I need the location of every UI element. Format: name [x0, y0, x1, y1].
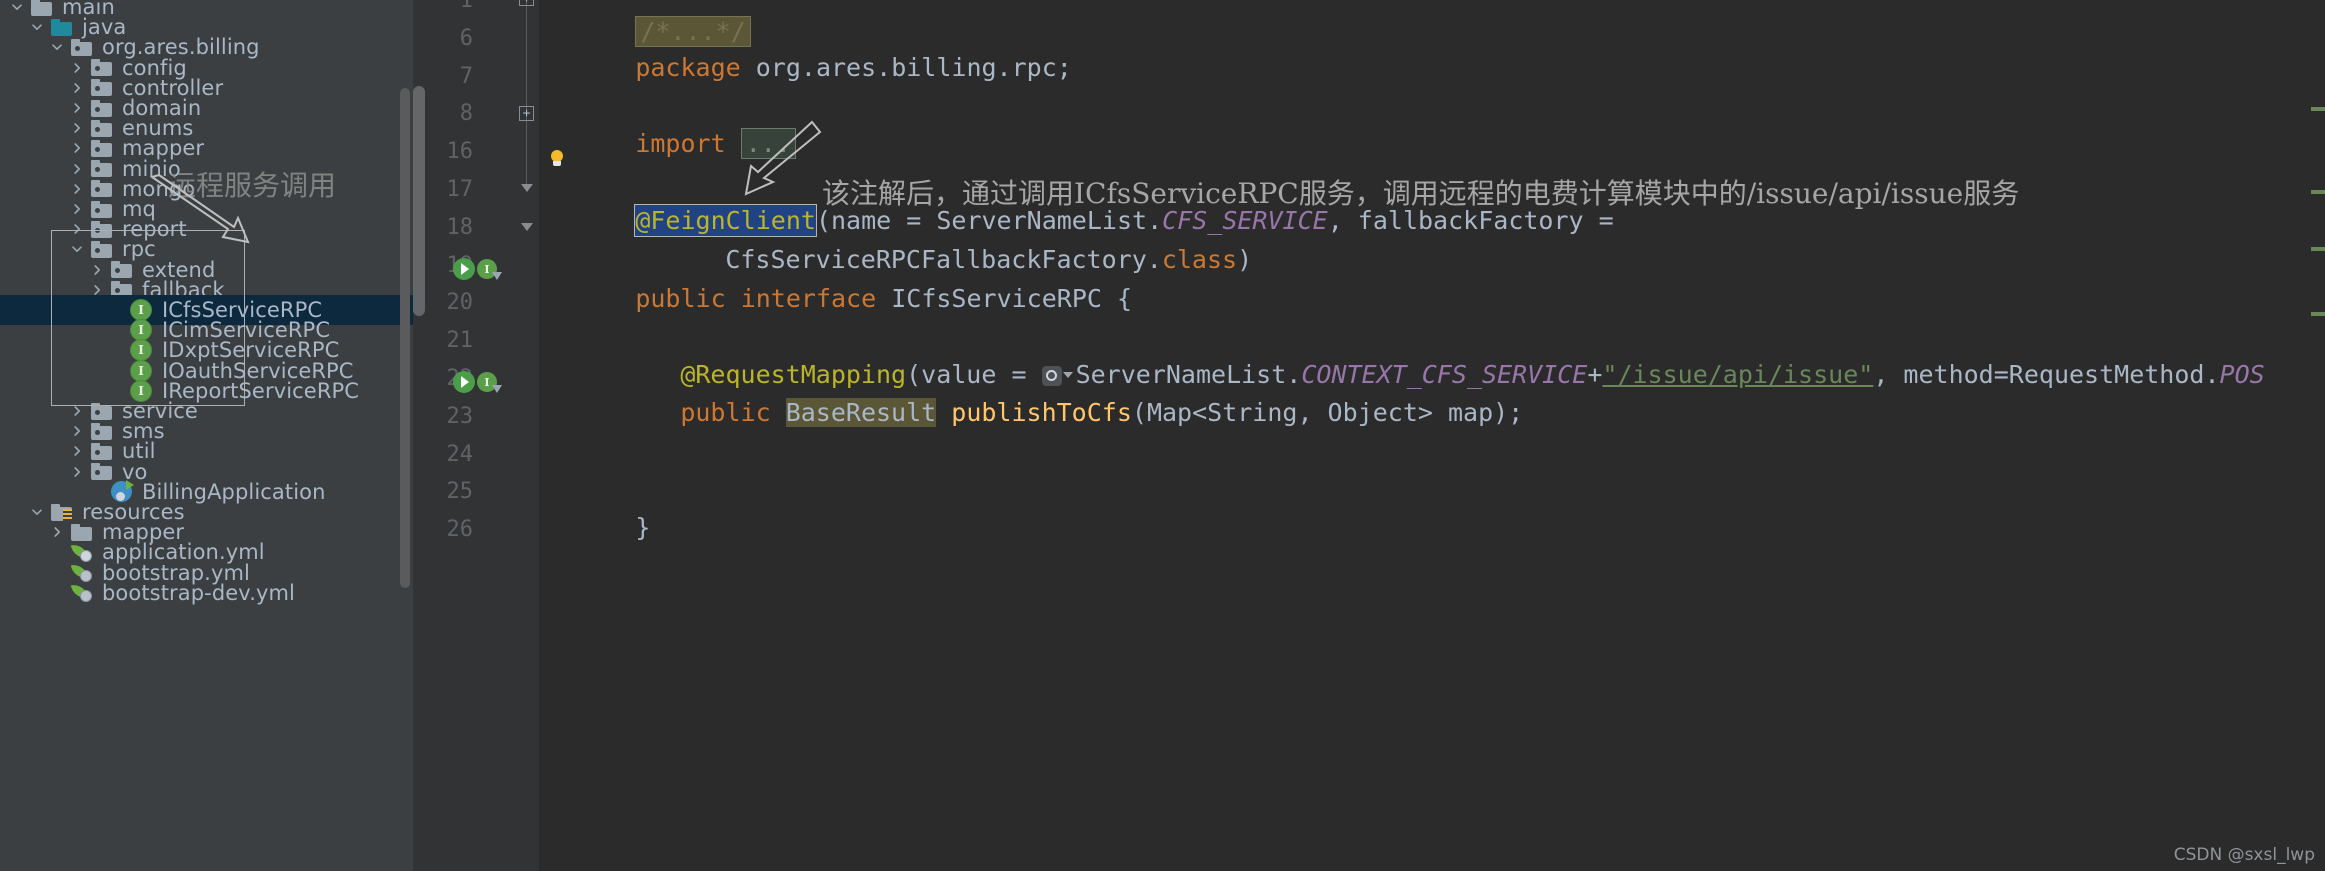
line-number-26: 26	[446, 517, 474, 543]
keyword-import: import	[635, 129, 726, 158]
method-parameters: (Map<String, Object> map);	[1131, 398, 1524, 427]
package-name: org.ares.billing.rpc;	[755, 53, 1072, 82]
brace-close: }	[635, 513, 651, 542]
line-number-20: 20	[446, 290, 474, 316]
gutter-marker-run-22[interactable]	[453, 371, 475, 393]
fold-region-line	[526, 0, 527, 190]
url-string-literal[interactable]: "/issue/api/issue"	[1602, 360, 1873, 389]
keyword-interface: interface	[740, 284, 877, 313]
fold-toggle-import[interactable]: +	[519, 106, 534, 121]
code-editor[interactable]: + + /*...*/ package org.ares.billing.rpc…	[515, 0, 2325, 871]
paren-close: )	[1237, 245, 1253, 274]
code-line-25: }	[545, 484, 650, 571]
keyword-public-method: public	[680, 398, 771, 427]
keyword-public: public	[635, 284, 726, 313]
line-number-16: 16	[446, 139, 474, 165]
intention-bulb-icon[interactable]	[549, 150, 565, 166]
inspection-stripe-green-1[interactable]	[2311, 107, 2325, 111]
line-number-24: 24	[446, 441, 474, 467]
inspection-stripe-green-3[interactable]	[2311, 247, 2325, 251]
inspection-stripe-green-2[interactable]	[2311, 190, 2325, 194]
brace-open: {	[1117, 284, 1133, 313]
http-method-constant: POS	[2219, 360, 2265, 389]
line-number-8: 8	[459, 101, 473, 127]
run-icon	[453, 258, 475, 280]
line-number-23: 23	[446, 403, 474, 429]
line-number-7: 7	[459, 63, 473, 89]
keyword-class: class	[1161, 245, 1238, 274]
project-tree-pane[interactable]: main java org.ares.billing config controller…	[0, 0, 413, 871]
line-number-1: 1	[459, 0, 473, 13]
line-number-18: 18	[446, 214, 474, 240]
feign-args-mid: , fallbackFactory =	[1327, 206, 1614, 235]
csdn-watermark: CSDN @sxsl_lwp	[2173, 845, 2315, 865]
folded-imports-token[interactable]: ...	[740, 128, 796, 159]
gutter-marker-impl-arrow-19	[492, 272, 502, 280]
code-folding-rail[interactable]	[515, 0, 539, 871]
gutter-marker-run-19[interactable]	[453, 258, 475, 280]
line-number-6: 6	[459, 25, 473, 51]
keyword-package: package	[635, 53, 741, 82]
arrow-down-icon	[492, 272, 502, 280]
plus-operator: +	[1587, 360, 1603, 389]
fold-collapse-annotation-icon[interactable]	[521, 223, 533, 231]
line-number-25: 25	[446, 479, 474, 505]
editor-gutter[interactable]: 16781617181920212223242526 I I	[413, 0, 515, 871]
run-icon	[453, 371, 475, 393]
yaml-file-icon	[68, 582, 94, 604]
code-line-8: import ...	[545, 100, 796, 187]
ide-window: main java org.ares.billing config controller…	[0, 0, 2325, 871]
arrow-down-icon	[492, 385, 502, 393]
tree-item-label: bootstrap-dev.yml	[102, 580, 295, 605]
gutter-marker-impl-arrow-22	[492, 385, 502, 393]
tree-vertical-scrollbar[interactable]	[400, 88, 410, 588]
interface-name: ICfsServiceRPC	[891, 284, 1102, 313]
line-number-21: 21	[446, 328, 474, 354]
line-number-17: 17	[446, 177, 474, 202]
method-name-publishtocfs[interactable]: publishToCfs	[951, 398, 1132, 427]
return-type-baseresult[interactable]: BaseResult	[785, 398, 937, 427]
fold-collapse-class-icon[interactable]	[521, 184, 533, 192]
tree-item-bootstrap-dev-yml[interactable]: bootstrap-dev.yml	[0, 578, 413, 608]
inspection-stripe-green-4[interactable]	[2311, 312, 2325, 316]
code-line-6: package org.ares.billing.rpc;	[545, 24, 1072, 111]
fold-toggle-comment[interactable]: +	[519, 0, 534, 6]
code-line-19: public interface ICfsServiceRPC {	[545, 255, 1132, 342]
rm-method-label: , method=RequestMethod.	[1873, 360, 2220, 389]
code-line-22: public BaseResult publishToCfs(Map<Strin…	[590, 369, 1523, 456]
